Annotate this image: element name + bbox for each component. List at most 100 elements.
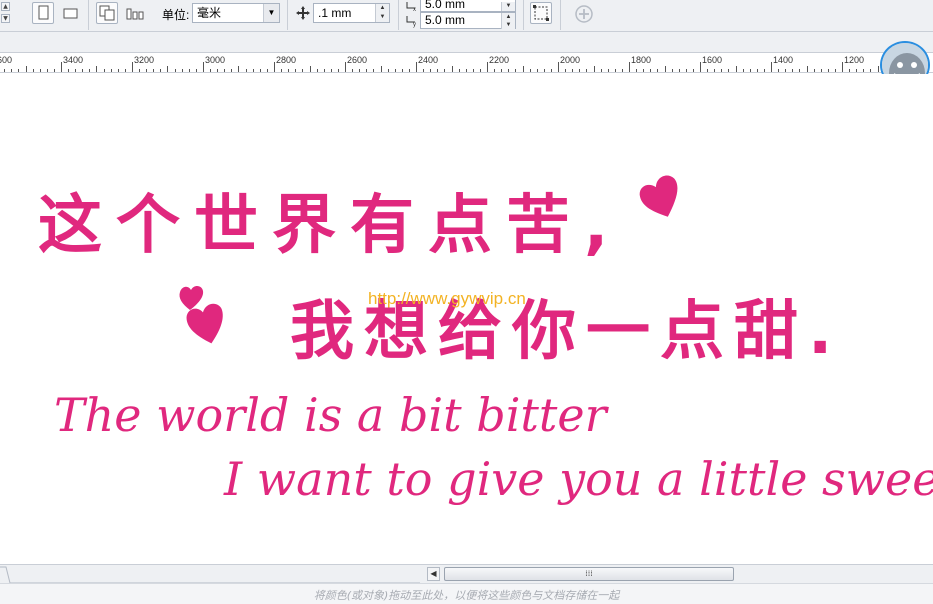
ruler-label: 2800 [276,55,297,65]
ruler-tick [444,69,445,72]
ruler-tick [267,69,268,72]
duplicate-y-icon: y [406,16,416,28]
separator [398,0,399,30]
scroll-left-button[interactable]: ◀ [427,567,440,581]
ruler-tick [68,69,69,72]
spin-down-icon[interactable]: ▼ [1,14,10,23]
watermark-url: http://www.gywvip.cn [368,289,526,308]
svg-text:x: x [413,7,416,12]
ruler-tick [345,62,346,72]
ruler-tick [437,69,438,72]
ruler-tick [253,69,254,72]
ruler-tick [139,69,140,72]
ruler-tick [416,62,417,72]
ruler-tick [565,69,566,72]
ruler-tick [89,69,90,72]
separator [88,0,89,30]
all-pages-icon [99,5,115,21]
ruler-tick [104,69,105,72]
horizontal-ruler[interactable]: 3600 3400 3200 3000 2800 2600 2400 2200 2000 1800… [0,52,933,73]
english-line-2[interactable]: I want to give you a little sweet. [224,452,933,506]
ruler-tick [331,69,332,72]
ruler-tick [338,69,339,72]
ruler-tick [579,69,580,72]
heart-icon[interactable] [636,174,686,222]
ruler-tick [466,69,467,72]
ruler-tick [231,69,232,72]
english-line-1[interactable]: The world is a bit bitter [54,388,607,442]
ruler-label: 3400 [63,55,84,65]
ruler-tick [352,69,353,72]
spin-down-icon[interactable]: ▼ [501,2,515,11]
coreldraw-window: ▲ ▼ 单位: 毫米 ▼ .1 mm ▲ ▼ x y 5.0 mm ▼ 5.0 … [0,0,933,604]
ruler-tick [373,69,374,72]
ruler-tick [878,66,879,72]
ruler-tick [82,69,83,72]
ruler-tick [629,62,630,72]
ruler-tick [18,69,19,72]
ruler-tick [863,69,864,72]
horizontal-scroll-area: ◀ ⁞⁞⁞ [0,564,933,584]
ruler-tick [96,66,97,72]
ruler-tick [551,69,552,72]
ruler-tick [714,69,715,72]
double-heart-icon[interactable] [176,280,230,346]
svg-text:y: y [413,22,416,28]
ruler-tick [856,69,857,72]
ruler-tick [75,69,76,72]
horizontal-scrollbar-thumb[interactable]: ⁞⁞⁞ [444,567,734,581]
ruler-tick [757,69,758,72]
chinese-line-1[interactable]: 这个世界有点苦, [38,174,622,266]
chevron-down-icon[interactable]: ▼ [263,4,279,22]
ruler-label: 2600 [347,55,368,65]
ruler-tick [26,66,27,72]
landscape-button[interactable] [59,2,81,24]
ruler-tick [494,69,495,72]
separator [560,0,561,30]
ruler-tick [452,66,453,72]
ruler-label: 2400 [418,55,439,65]
ruler-tick [153,69,154,72]
ruler-label: 1800 [631,55,652,65]
page-tab-strip[interactable] [0,565,420,584]
add-plus-icon[interactable] [574,4,594,24]
duplicate-y-input[interactable]: 5.0 mm ▲ ▼ [420,12,516,29]
drawing-canvas[interactable]: 这个世界有点苦, 我想给你一点甜. http://www.gywvip.cn T… [0,74,933,564]
ruler-tick [601,69,602,72]
spin-up-icon[interactable]: ▲ [375,4,389,13]
ruler-tick [260,69,261,72]
nudge-distance-input[interactable]: .1 mm ▲ ▼ [313,3,390,23]
ruler-tick [459,69,460,72]
unit-select[interactable]: 毫米 ▼ [192,3,280,23]
ruler-tick [544,69,545,72]
ruler-tick [210,69,211,72]
ruler-tick [743,69,744,72]
ruler-tick [736,66,737,72]
treat-as-filled-button[interactable] [530,2,552,24]
ruler-label: 3600 [0,55,13,65]
ruler-tick [771,62,772,72]
current-page-button[interactable] [123,2,145,24]
ruler-tick [189,69,190,72]
spin-up-icon[interactable]: ▲ [1,2,10,11]
portrait-button[interactable] [32,2,54,24]
ruler-tick [125,69,126,72]
spin-down-icon[interactable]: ▼ [501,21,515,29]
ruler-tick [160,69,161,72]
ruler-label: 3200 [134,55,155,65]
spin-up-icon[interactable]: ▲ [501,13,515,21]
duplicate-x-input[interactable]: 5.0 mm ▼ [420,0,516,12]
ruler-tick [288,69,289,72]
ruler-tick [814,69,815,72]
ruler-tick [324,69,325,72]
ruler-tick [111,69,112,72]
all-pages-button[interactable] [96,2,118,24]
spin-down-icon[interactable]: ▼ [375,13,389,22]
ruler-tick [473,69,474,72]
ruler-tick [409,69,410,72]
ruler-tick [707,69,708,72]
ruler-tick [118,69,119,72]
ruler-tick [47,69,48,72]
ruler-tick [515,69,516,72]
property-bar: ▲ ▼ 单位: 毫米 ▼ .1 mm ▲ ▼ x y 5.0 mm ▼ 5.0 … [0,0,933,32]
